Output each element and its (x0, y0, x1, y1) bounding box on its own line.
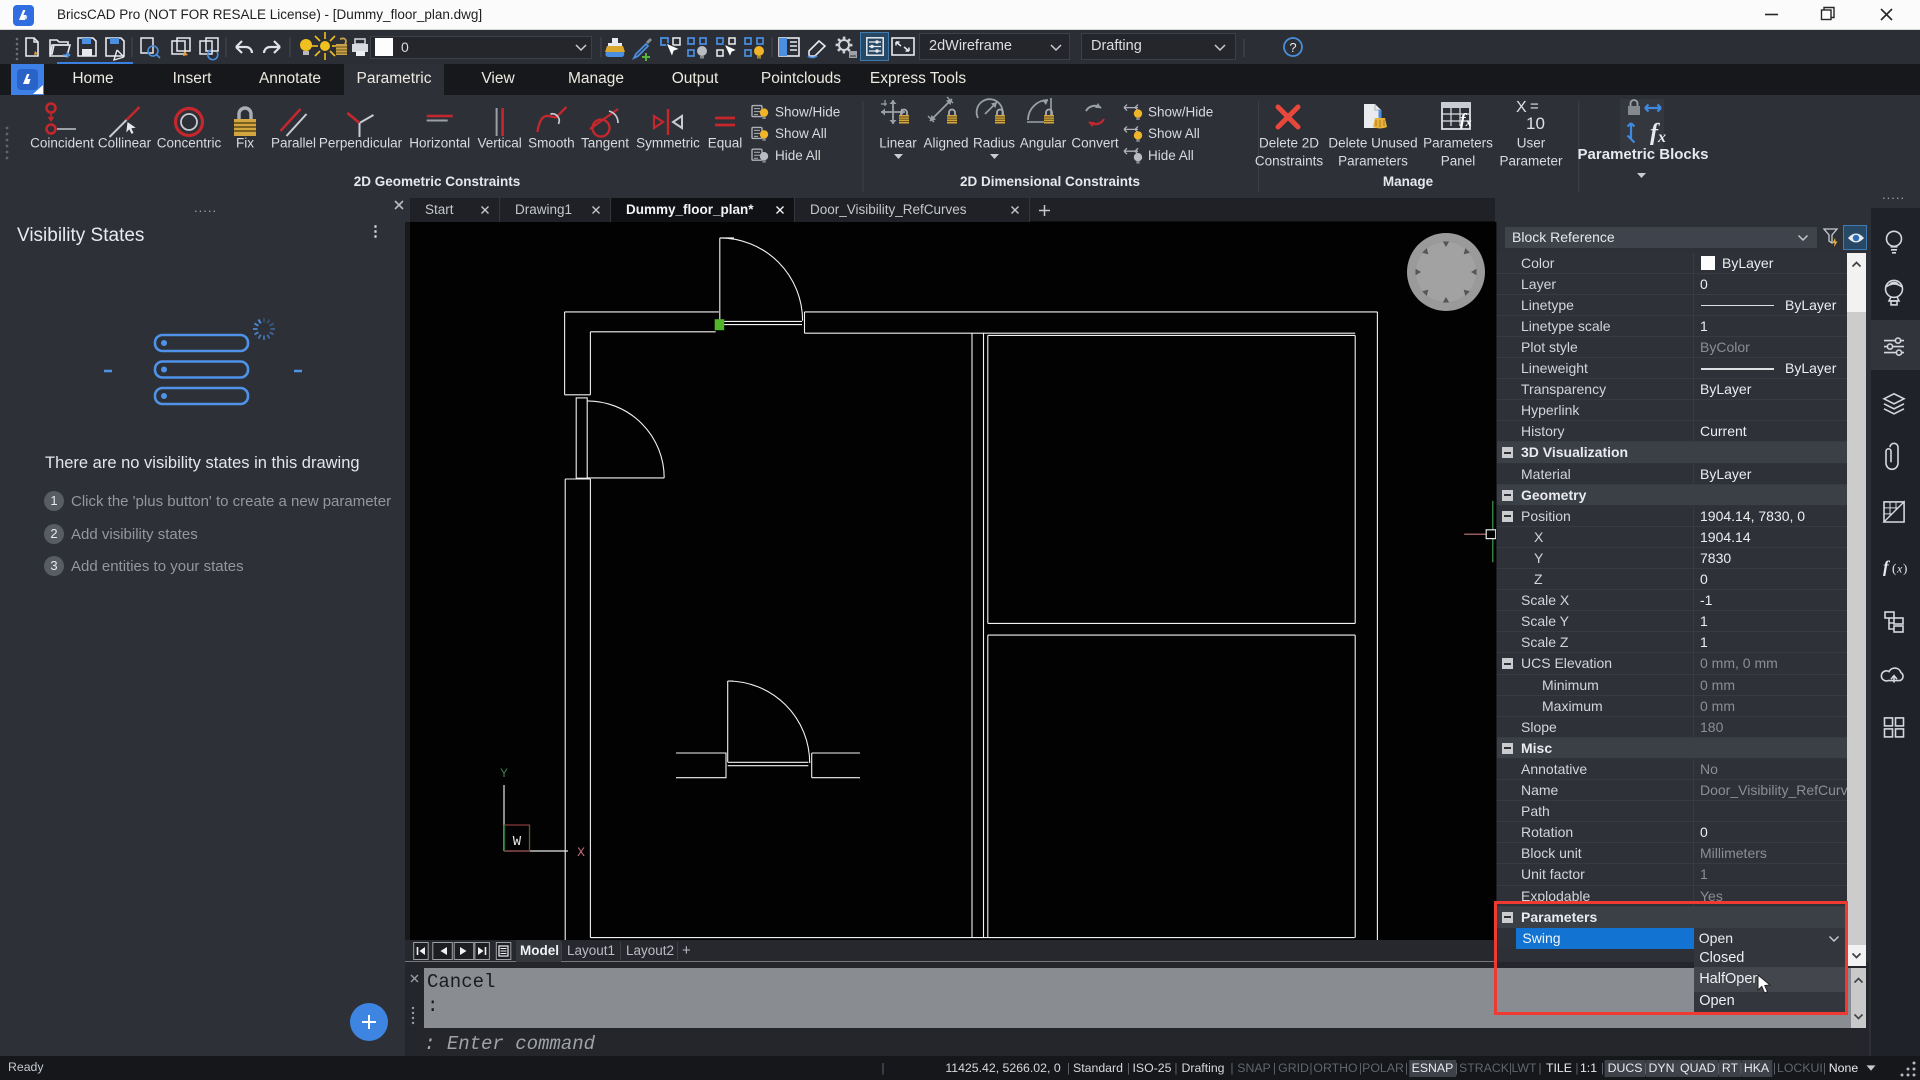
svg-text:User: User (1517, 135, 1546, 150)
svg-text:Vertical: Vertical (477, 135, 521, 150)
svg-text:Manage: Manage (1383, 174, 1434, 189)
svg-text:?: ? (1289, 40, 1296, 55)
svg-text:Equal: Equal (708, 135, 743, 150)
svg-text:W: W (513, 834, 522, 850)
svg-text:Show All: Show All (775, 126, 827, 141)
svg-text:Show All: Show All (1148, 126, 1200, 141)
svg-text:Constraints: Constraints (1255, 153, 1324, 168)
svg-text:Panel: Panel (1441, 153, 1476, 168)
svg-text:Show/Hide: Show/Hide (775, 104, 840, 119)
svg-text:(: ( (1892, 561, 1896, 576)
svg-text:Convert: Convert (1071, 135, 1119, 150)
svg-text:Horizontal: Horizontal (409, 135, 470, 150)
svg-text:2D Geometric Constraints: 2D Geometric Constraints (354, 174, 521, 189)
svg-text:Hide All: Hide All (1148, 148, 1194, 163)
svg-text:Concentric: Concentric (157, 135, 222, 150)
svg-text:X: X (577, 845, 585, 860)
svg-text:): ) (1903, 561, 1907, 576)
svg-text:x: x (1896, 562, 1903, 576)
svg-text:Parameters: Parameters (1423, 135, 1493, 150)
svg-text:Aligned: Aligned (923, 135, 968, 150)
svg-text:=: = (1530, 98, 1539, 115)
svg-text:Tangent: Tangent (581, 135, 629, 150)
svg-text:Radius: Radius (973, 135, 1015, 150)
svg-text:f: f (1883, 558, 1891, 577)
svg-text:Coincident: Coincident (30, 135, 94, 150)
svg-text:Symmetric: Symmetric (636, 135, 700, 150)
svg-text:Hide All: Hide All (775, 148, 821, 163)
svg-text:Fix: Fix (236, 135, 254, 150)
svg-text:2D Dimensional Constraints: 2D Dimensional Constraints (960, 174, 1140, 189)
svg-text:Perpendicular: Perpendicular (319, 135, 403, 150)
svg-text:Linear: Linear (879, 135, 917, 150)
svg-text:Smooth: Smooth (528, 135, 575, 150)
svg-text:Show/Hide: Show/Hide (1148, 104, 1213, 119)
svg-text:Parametric Blocks: Parametric Blocks (1578, 146, 1709, 163)
svg-text:Collinear: Collinear (98, 135, 152, 150)
svg-text:Parameters: Parameters (1338, 153, 1408, 168)
svg-text:Delete 2D: Delete 2D (1259, 135, 1319, 150)
svg-text:Delete Unused: Delete Unused (1328, 135, 1417, 150)
svg-text:Angular: Angular (1020, 135, 1067, 150)
svg-text:10: 10 (1526, 114, 1545, 133)
svg-text:Y: Y (500, 766, 508, 781)
svg-text:Parameter: Parameter (1499, 153, 1563, 168)
svg-text:Parallel: Parallel (271, 135, 316, 150)
